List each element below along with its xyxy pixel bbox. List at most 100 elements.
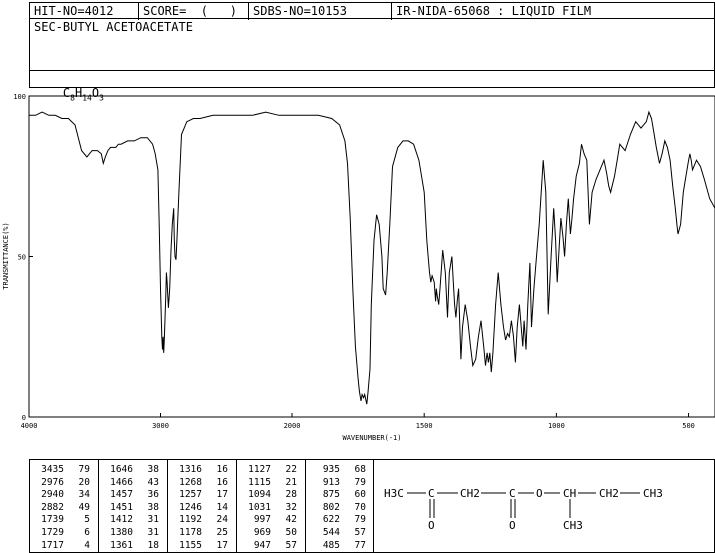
peak-wavenumber: 1246 <box>179 501 202 513</box>
peak-wavenumber: 875 <box>322 489 340 501</box>
y-tick-label: 100 <box>13 93 26 101</box>
peak-row: 1466 43 <box>99 477 167 490</box>
peak-wavenumber: 1127 <box>248 464 271 475</box>
peak-wavenumber: 1094 <box>248 489 271 501</box>
peak-column: 1646 38 1466 43 1457 36 1451 38 1412 31 1380 31 1361… <box>99 460 168 552</box>
peak-transmittance: 49 <box>78 501 90 513</box>
peak-wavenumber: 947 <box>253 539 271 551</box>
peak-wavenumber: 485 <box>322 539 340 551</box>
y-axis-label: TRANSMITTANCE(%) <box>2 222 10 289</box>
peak-row: 1739 5 <box>30 514 98 527</box>
x-tick-label: 1000 <box>548 422 565 430</box>
peak-transmittance: 31 <box>147 514 159 526</box>
peak-wavenumber: 2882 <box>41 501 64 513</box>
peak-row: 1457 36 <box>99 489 167 502</box>
peak-wavenumber: 622 <box>322 514 340 526</box>
x-tick-label: 4000 <box>21 422 38 430</box>
atom-ester-o: O <box>536 487 543 500</box>
peak-wavenumber: 1192 <box>179 514 202 526</box>
peak-transmittance: 50 <box>285 526 297 538</box>
peak-row: 1192 24 <box>168 514 236 527</box>
peak-row: 1257 17 <box>168 489 236 502</box>
peak-transmittance: 43 <box>147 476 159 488</box>
x-tick-label: 3000 <box>152 422 169 430</box>
peak-wavenumber: 1457 <box>110 489 133 501</box>
peak-row: 1246 14 <box>168 502 236 515</box>
peak-wavenumber: 1178 <box>179 526 202 538</box>
peak-row: 485 77 <box>306 540 373 553</box>
atom-keto-o: O <box>428 519 435 532</box>
peak-wavenumber: 1155 <box>179 539 202 551</box>
y-tick-label: 50 <box>18 254 26 262</box>
peak-transmittance: 34 <box>78 489 90 501</box>
x-axis-label: WAVENUMBER(-1) <box>342 434 401 442</box>
peak-row: 1729 6 <box>30 527 98 540</box>
peak-wavenumber: 1412 <box>110 514 133 526</box>
peak-row: 1115 21 <box>237 477 305 490</box>
peak-wavenumber: 1646 <box>110 464 133 475</box>
peak-wavenumber: 2940 <box>41 489 64 501</box>
y-axis-ticks: 0 50 100 <box>13 93 33 422</box>
peak-row: 1178 25 <box>168 527 236 540</box>
atom-h3c: H3C <box>384 487 404 500</box>
atom-ch2-1: CH2 <box>460 487 480 500</box>
peak-transmittance: 68 <box>354 464 366 475</box>
peak-transmittance: 20 <box>78 476 90 488</box>
peak-transmittance: 6 <box>84 526 90 538</box>
peak-transmittance: 38 <box>147 464 159 475</box>
peak-row: 935 68 <box>306 464 373 477</box>
ir-spectrum-chart: 4000 3000 2000 1500 1000 500 0 50 100 WAVENUMBE… <box>2 93 715 442</box>
peak-row: 969 50 <box>237 527 305 540</box>
peak-transmittance: 21 <box>285 476 297 488</box>
peak-column: 1316 16 1268 16 1257 17 1246 14 1192 24 1178 25 1155… <box>168 460 237 552</box>
peak-row: 1094 28 <box>237 489 305 502</box>
peak-wavenumber: 1268 <box>179 476 202 488</box>
peak-transmittance: 79 <box>354 476 366 488</box>
x-tick-label: 500 <box>682 422 695 430</box>
peak-transmittance: 79 <box>354 514 366 526</box>
peak-row: 1451 38 <box>99 502 167 515</box>
atom-ch3-terminal: CH3 <box>643 487 663 500</box>
peak-row: 947 57 <box>237 540 305 553</box>
peak-transmittance: 24 <box>216 514 228 526</box>
peak-row: 997 42 <box>237 514 305 527</box>
peak-row: 1412 31 <box>99 514 167 527</box>
peak-transmittance: 22 <box>285 464 297 475</box>
peak-transmittance: 28 <box>285 489 297 501</box>
peak-transmittance: 57 <box>354 526 366 538</box>
peak-row: 1268 16 <box>168 477 236 490</box>
structure-diagram: H3C C CH2 C O CH CH2 CH3 O O CH3 <box>384 487 663 532</box>
peak-wavenumber: 997 <box>253 514 271 526</box>
peak-table: 3435 79 2976 20 2940 34 2882 49 1739 5 1729 6 1717 4 1… <box>29 459 715 553</box>
peak-transmittance: 17 <box>216 489 228 501</box>
peak-transmittance: 25 <box>216 526 228 538</box>
peak-column: 3435 79 2976 20 2940 34 2882 49 1739 5 1729 6 1717 4 <box>30 460 99 552</box>
peak-transmittance: 70 <box>354 501 366 513</box>
peak-row: 544 57 <box>306 527 373 540</box>
peak-wavenumber: 1316 <box>179 464 202 475</box>
x-tick-label: 1500 <box>416 422 433 430</box>
peak-row: 1155 17 <box>168 540 236 553</box>
peak-wavenumber: 2976 <box>41 476 64 488</box>
peak-wavenumber: 3435 <box>41 464 64 475</box>
peak-column: 935 68 913 79 875 60 802 70 622 79 544 57 485 77 <box>306 460 374 552</box>
peak-wavenumber: 1361 <box>110 539 133 551</box>
peak-row: 3435 79 <box>30 464 98 477</box>
peak-row: 1646 38 <box>99 464 167 477</box>
peak-transmittance: 79 <box>78 464 90 475</box>
atom-ch: CH <box>563 487 576 500</box>
atom-carbonyl-c1: C <box>428 487 435 500</box>
peak-column: 1127 22 1115 21 1094 28 1031 32 997 42 969 50 947 57 <box>237 460 306 552</box>
peak-wavenumber: 969 <box>253 526 271 538</box>
peak-transmittance: 77 <box>354 539 366 551</box>
peak-wavenumber: 1380 <box>110 526 133 538</box>
spectrum-series-line <box>29 110 715 405</box>
peak-transmittance: 42 <box>285 514 297 526</box>
peak-wavenumber: 1257 <box>179 489 202 501</box>
peak-transmittance: 38 <box>147 501 159 513</box>
peak-transmittance: 32 <box>285 501 297 513</box>
peak-wavenumber: 913 <box>322 476 340 488</box>
peak-transmittance: 16 <box>216 464 228 475</box>
atom-ch2-2: CH2 <box>599 487 619 500</box>
peak-wavenumber: 1717 <box>41 539 64 551</box>
